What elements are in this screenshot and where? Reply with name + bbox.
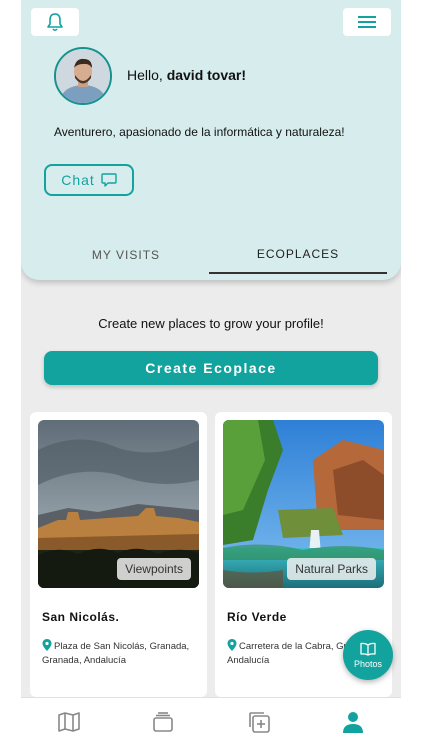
avatar[interactable] — [54, 47, 112, 105]
greeting-text: Hello, david tovar! — [127, 67, 246, 83]
user-name: david tovar! — [166, 67, 247, 83]
user-icon — [343, 712, 363, 733]
category-badge: Viewpoints — [117, 558, 191, 580]
nav-add[interactable] — [247, 710, 271, 734]
card-title: San Nicolás. — [42, 610, 120, 624]
profile-tabs: MY VISITS ECOPLACES — [21, 236, 401, 276]
nav-profile[interactable] — [341, 710, 365, 734]
nav-collections[interactable] — [151, 710, 175, 734]
tab-my-visits[interactable]: MY VISITS — [41, 236, 211, 274]
add-square-icon — [249, 712, 270, 733]
ecoplace-card[interactable]: Viewpoints San Nicolás. Plaza de San Nic… — [30, 412, 207, 697]
photos-fab[interactable]: Photos — [343, 630, 393, 680]
hamburger-menu-icon — [358, 16, 376, 28]
create-ecoplace-button[interactable]: Create Ecoplace — [44, 351, 378, 385]
notifications-button[interactable] — [31, 8, 79, 36]
map-icon — [58, 712, 80, 732]
nav-map[interactable] — [57, 710, 81, 734]
tab-ecoplaces[interactable]: ECOPLACES — [209, 236, 387, 274]
category-badge: Natural Parks — [287, 558, 376, 580]
menu-button[interactable] — [343, 8, 391, 36]
card-location: Plaza de San Nicolás, Granada, Granada, … — [42, 639, 200, 668]
user-bio: Aventurero, apasionado de la informática… — [54, 125, 345, 139]
stack-icon — [153, 712, 173, 732]
app-screen: Hello, david tovar! Aventurero, apasiona… — [21, 0, 401, 750]
profile-header: Hello, david tovar! Aventurero, apasiona… — [21, 0, 401, 280]
chat-label: Chat — [61, 172, 95, 188]
location-pin-icon — [227, 639, 237, 651]
card-image: Viewpoints — [38, 420, 199, 588]
card-title: Río Verde — [227, 610, 287, 624]
bottom-navigation — [21, 697, 401, 750]
card-image: Natural Parks — [223, 420, 384, 588]
create-prompt: Create new places to grow your profile! — [98, 316, 324, 331]
book-icon — [360, 642, 376, 656]
location-pin-icon — [42, 639, 52, 651]
chat-bubble-icon — [101, 173, 117, 187]
bell-icon — [47, 13, 63, 32]
chat-button[interactable]: Chat — [44, 164, 134, 196]
greeting-prefix: Hello, — [127, 67, 163, 83]
card-location-text: Plaza de San Nicolás, Granada, Granada, … — [42, 641, 190, 666]
photos-label: Photos — [353, 658, 383, 669]
